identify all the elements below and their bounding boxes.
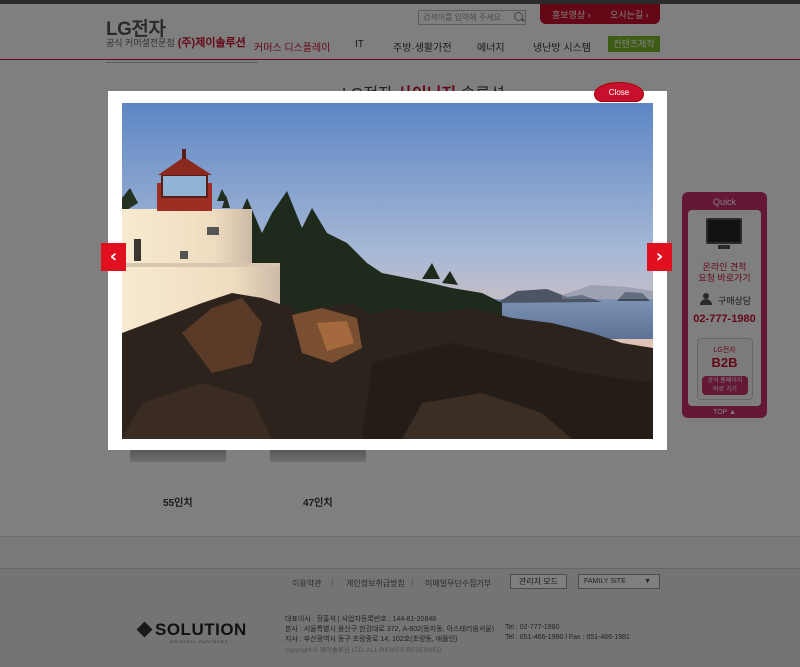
lighthouse-image (122, 103, 653, 439)
close-button[interactable]: Close (594, 82, 644, 102)
chevron-left-icon[interactable]: ‹ (101, 243, 126, 271)
chevron-right-icon[interactable]: › (647, 243, 672, 271)
lightbox-modal (108, 91, 667, 450)
lighthouse-photo (122, 103, 653, 439)
